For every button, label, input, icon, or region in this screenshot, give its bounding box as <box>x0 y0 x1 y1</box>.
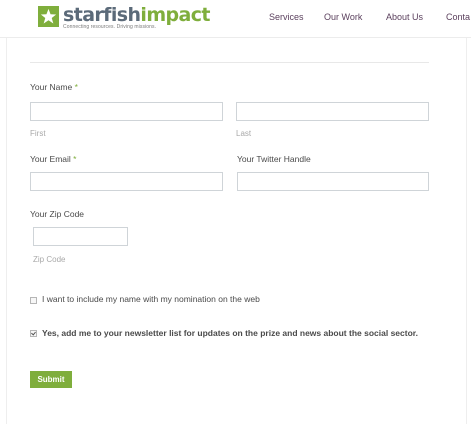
name-label: Your Name * <box>30 82 78 92</box>
last-name-input[interactable] <box>236 102 429 121</box>
content-border-left <box>6 38 7 424</box>
site-header: starfishimpact Connecting resources. Dri… <box>0 0 471 38</box>
nav-item-services[interactable]: Services <box>269 12 304 22</box>
newsletter-checkbox[interactable] <box>30 330 37 337</box>
name-required-mark: * <box>74 82 78 92</box>
nav-item-contact[interactable]: Conta <box>446 12 470 22</box>
content-border-right <box>466 38 467 424</box>
nav-item-our-work[interactable]: Our Work <box>324 12 362 22</box>
include-name-checkbox[interactable] <box>30 297 37 304</box>
first-name-input[interactable] <box>30 102 223 121</box>
email-input[interactable] <box>30 172 223 191</box>
submit-button[interactable]: Submit <box>30 371 72 388</box>
email-label: Your Email * <box>30 154 76 164</box>
nav-item-about-us[interactable]: About Us <box>386 12 423 22</box>
form-divider <box>30 62 429 63</box>
zip-code-input[interactable] <box>33 227 128 246</box>
last-name-sublabel: Last <box>236 129 252 138</box>
twitter-label: Your Twitter Handle <box>237 154 311 164</box>
email-required-mark: * <box>73 154 77 164</box>
twitter-handle-input[interactable] <box>237 172 429 191</box>
name-label-text: Your Name <box>30 82 73 92</box>
include-name-label[interactable]: I want to include my name with my nomina… <box>42 293 422 306</box>
email-label-text: Your Email <box>30 154 71 164</box>
zip-label: Your Zip Code <box>30 209 85 219</box>
main-nav: Services Our Work About Us Conta <box>0 0 471 38</box>
zip-code-sublabel: Zip Code <box>33 255 66 264</box>
first-name-sublabel: First <box>30 129 46 138</box>
newsletter-label[interactable]: Yes, add me to your newsletter list for … <box>42 327 434 340</box>
